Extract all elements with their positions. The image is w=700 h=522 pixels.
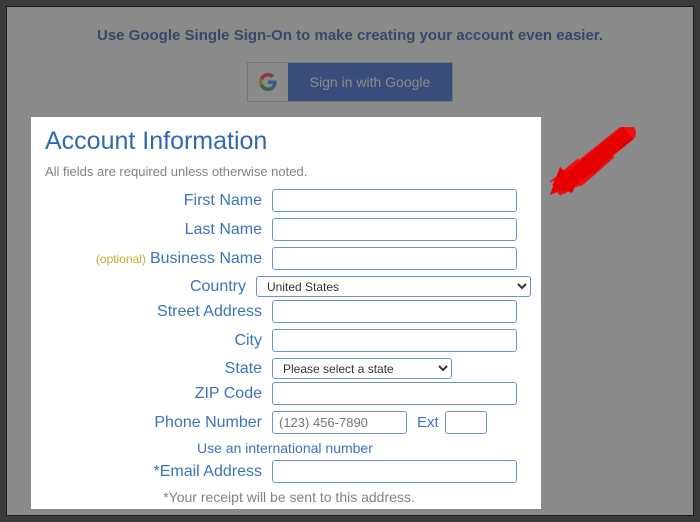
- label-email: *Email Address: [47, 463, 272, 481]
- label-first-name: First Name: [47, 192, 272, 210]
- business-name-field[interactable]: [272, 247, 517, 270]
- street-address-field[interactable]: [272, 300, 517, 323]
- label-street-address: Street Address: [47, 303, 272, 321]
- google-signin-label: Sign in with Google: [288, 63, 453, 101]
- card-heading: Account Information: [45, 127, 531, 156]
- zip-field[interactable]: [272, 382, 517, 405]
- label-zip: ZIP Code: [47, 385, 272, 403]
- first-name-field[interactable]: [272, 189, 517, 212]
- sso-banner: Use Google Single Sign-On to make creati…: [7, 7, 693, 102]
- state-select[interactable]: Please select a state: [272, 358, 452, 379]
- optional-tag: (optional): [96, 252, 146, 266]
- label-ext: Ext: [417, 414, 439, 431]
- label-city: City: [47, 332, 272, 350]
- label-country: Country: [47, 278, 256, 296]
- annotation-arrow-icon: [542, 127, 637, 197]
- required-note: All fields are required unless otherwise…: [45, 164, 531, 179]
- receipt-note: *Your receipt will be sent to this addre…: [47, 489, 531, 505]
- sso-banner-text: Use Google Single Sign-On to make creati…: [7, 27, 693, 44]
- label-phone: Phone Number: [47, 414, 272, 432]
- label-state: State: [47, 360, 272, 378]
- label-business-name: (optional) Business Name: [47, 250, 272, 268]
- label-business-name-text: Business Name: [150, 250, 262, 267]
- email-field[interactable]: [272, 460, 517, 483]
- intl-number-link[interactable]: Use an international number: [197, 440, 531, 456]
- country-select[interactable]: United States: [256, 276, 531, 297]
- label-last-name: Last Name: [47, 221, 272, 239]
- account-form: First Name Last Name (optional) Business …: [47, 189, 531, 505]
- city-field[interactable]: [272, 329, 517, 352]
- google-logo-icon: [248, 63, 288, 101]
- page-frame: Use Google Single Sign-On to make creati…: [6, 6, 694, 516]
- ext-field[interactable]: [445, 411, 487, 434]
- last-name-field[interactable]: [272, 218, 517, 241]
- google-signin-button[interactable]: Sign in with Google: [247, 62, 454, 102]
- phone-field[interactable]: [272, 411, 407, 434]
- account-info-card: Account Information All fields are requi…: [31, 117, 541, 509]
